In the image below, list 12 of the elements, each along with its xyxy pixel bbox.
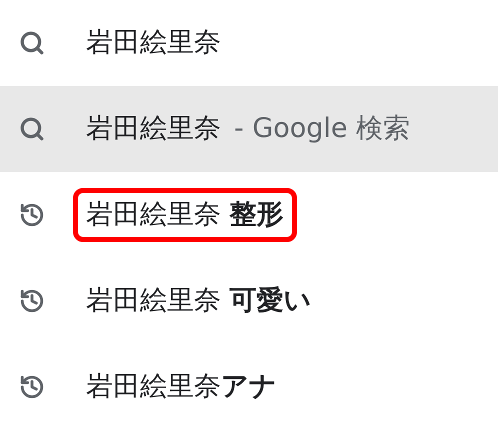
history-icon	[19, 288, 45, 314]
suggestion-suffix: - Google 検索	[234, 112, 410, 146]
suggestion-text: 岩田絵里奈	[85, 112, 222, 146]
suggestion-text: 岩田絵里奈アナ	[85, 370, 278, 404]
history-icon	[19, 202, 45, 228]
suggestion-text: 岩田絵里奈	[85, 26, 222, 60]
suggestion-item[interactable]: 岩田絵里奈 - Google 検索	[0, 86, 498, 172]
suggestion-text: 岩田絵里奈 整形	[73, 188, 297, 242]
search-icon	[19, 30, 45, 56]
search-icon	[19, 116, 45, 142]
suggestion-text: 岩田絵里奈 可愛い	[85, 284, 313, 318]
history-icon	[19, 374, 45, 400]
